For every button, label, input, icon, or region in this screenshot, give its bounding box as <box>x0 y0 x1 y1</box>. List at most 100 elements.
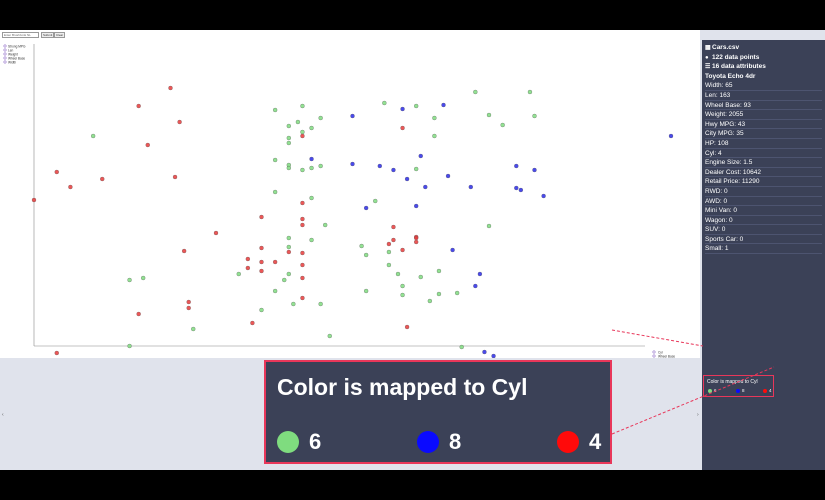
data-point[interactable] <box>468 184 473 190</box>
data-point[interactable] <box>186 299 191 305</box>
data-point[interactable] <box>259 268 264 274</box>
data-point[interactable] <box>236 271 241 277</box>
data-point[interactable] <box>391 224 396 230</box>
data-point[interactable] <box>414 239 419 245</box>
data-point[interactable] <box>291 301 296 307</box>
data-point[interactable] <box>514 163 519 169</box>
data-point[interactable] <box>432 133 437 139</box>
data-point[interactable] <box>213 230 219 236</box>
data-point[interactable] <box>359 243 364 249</box>
data-point[interactable] <box>377 163 382 169</box>
data-point[interactable] <box>245 265 251 271</box>
data-point[interactable] <box>300 250 305 256</box>
data-point[interactable] <box>436 291 442 297</box>
data-point[interactable] <box>286 249 291 255</box>
data-point[interactable] <box>295 119 301 125</box>
data-point[interactable] <box>300 216 305 222</box>
data-point[interactable] <box>259 214 264 220</box>
data-point[interactable] <box>54 350 59 356</box>
data-point[interactable] <box>54 169 59 175</box>
data-point[interactable] <box>350 161 355 167</box>
data-point[interactable] <box>286 123 291 129</box>
data-point[interactable] <box>127 277 132 283</box>
data-point[interactable] <box>272 189 278 195</box>
data-point[interactable] <box>136 311 141 317</box>
data-point[interactable] <box>432 115 437 121</box>
data-point[interactable] <box>309 165 314 171</box>
scatter-plot[interactable]: Strong MPG Len Weight Wheel Base Width Cyl Whe… <box>0 40 700 358</box>
data-point[interactable] <box>286 244 291 250</box>
data-point[interactable] <box>250 320 255 326</box>
data-point[interactable] <box>386 249 392 255</box>
data-point[interactable] <box>309 156 314 162</box>
data-point[interactable] <box>363 288 369 294</box>
data-point[interactable] <box>309 237 314 243</box>
data-point[interactable] <box>459 344 464 350</box>
data-point[interactable] <box>363 205 369 211</box>
data-point[interactable] <box>373 198 378 204</box>
data-point[interactable] <box>414 203 419 209</box>
scatter-svg[interactable]: Strong MPGLenWeightWheel BaseWidthCylWhe… <box>0 40 700 358</box>
data-point[interactable] <box>400 125 405 131</box>
data-point[interactable] <box>400 247 405 253</box>
data-point[interactable] <box>286 235 291 241</box>
data-point[interactable] <box>418 274 423 280</box>
data-point[interactable] <box>318 301 323 307</box>
data-point[interactable] <box>68 184 73 190</box>
data-point[interactable] <box>386 262 392 268</box>
data-point[interactable] <box>272 288 278 294</box>
data-point[interactable] <box>414 166 419 172</box>
data-point[interactable] <box>541 193 546 199</box>
data-point[interactable] <box>141 275 146 281</box>
data-point[interactable] <box>309 195 314 201</box>
data-point[interactable] <box>300 200 305 206</box>
data-point[interactable] <box>400 283 405 289</box>
data-point[interactable] <box>514 185 519 191</box>
data-point[interactable] <box>404 324 410 330</box>
data-point[interactable] <box>477 271 483 277</box>
data-point[interactable] <box>286 135 291 141</box>
data-point[interactable] <box>100 176 105 182</box>
submit-button[interactable]: Submit <box>41 32 55 38</box>
data-point[interactable] <box>300 167 305 173</box>
data-point[interactable] <box>400 292 405 298</box>
data-point[interactable] <box>172 174 178 180</box>
data-point[interactable] <box>31 197 37 203</box>
data-point[interactable] <box>350 113 355 119</box>
data-point[interactable] <box>286 271 291 277</box>
data-point[interactable] <box>391 237 396 243</box>
data-point[interactable] <box>136 103 141 109</box>
data-point[interactable] <box>427 298 433 304</box>
scroll-left-icon[interactable]: ‹ <box>2 412 4 418</box>
data-point[interactable] <box>300 275 305 281</box>
data-point[interactable] <box>168 85 173 91</box>
data-point[interactable] <box>436 268 442 274</box>
data-point[interactable] <box>400 106 405 112</box>
data-point[interactable] <box>286 165 291 171</box>
data-point[interactable] <box>177 119 182 125</box>
data-point[interactable] <box>518 187 523 193</box>
data-point[interactable] <box>473 283 478 289</box>
data-point[interactable] <box>482 349 487 355</box>
data-point[interactable] <box>445 173 451 179</box>
data-point[interactable] <box>414 235 419 241</box>
data-point[interactable] <box>327 333 332 339</box>
data-point[interactable] <box>245 256 251 262</box>
data-point[interactable] <box>450 247 455 253</box>
data-point[interactable] <box>259 307 264 313</box>
data-point[interactable] <box>309 125 314 131</box>
data-point[interactable] <box>382 100 387 106</box>
nl-query-input[interactable]: Enter Brush/Link NL <box>2 32 39 38</box>
data-point[interactable] <box>473 89 478 95</box>
data-point[interactable] <box>300 133 305 139</box>
data-point[interactable] <box>300 222 305 228</box>
data-point[interactable] <box>272 107 278 113</box>
data-point[interactable] <box>186 305 191 311</box>
data-point[interactable] <box>300 129 305 135</box>
data-point[interactable] <box>318 163 323 169</box>
data-point[interactable] <box>259 245 264 251</box>
data-point[interactable] <box>282 277 287 283</box>
data-point[interactable] <box>532 113 537 119</box>
data-point[interactable] <box>527 89 533 95</box>
mini-color-legend[interactable]: Color is mapped to Cyl 6 8 4 <box>703 375 774 397</box>
